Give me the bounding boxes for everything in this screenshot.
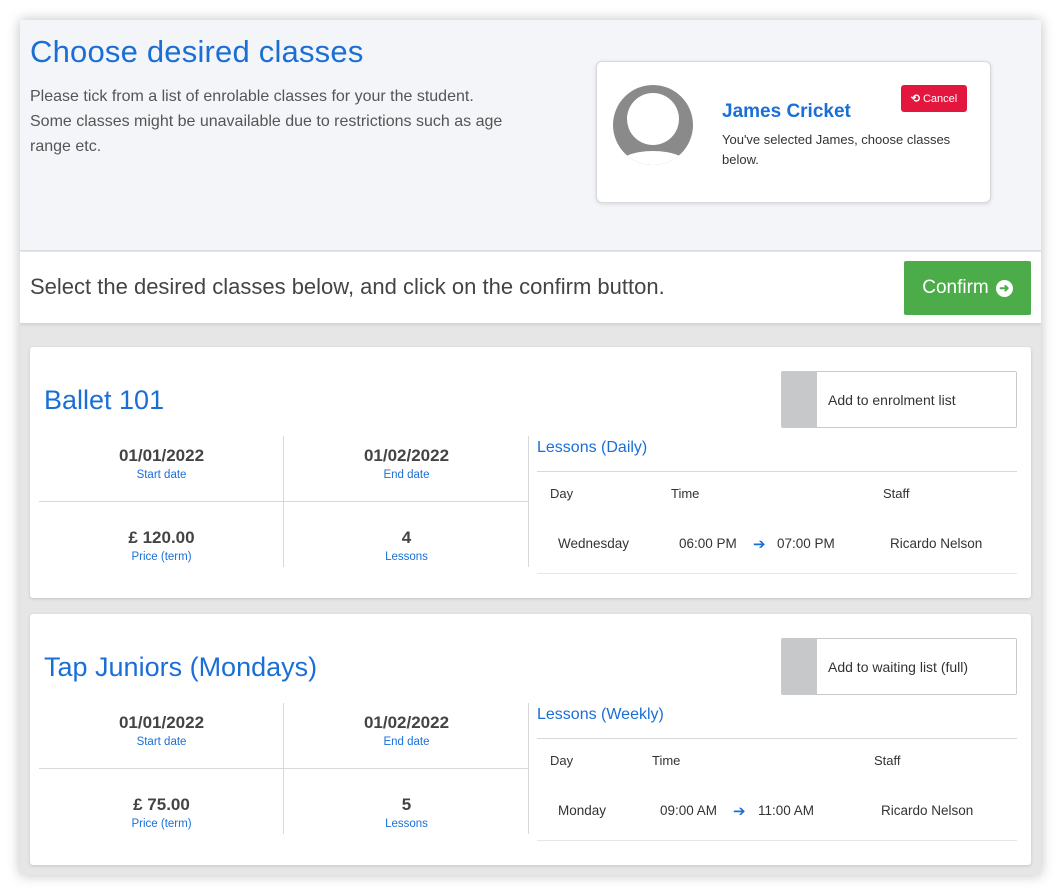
lesson-staff: Ricardo Nelson [890, 536, 983, 551]
add-to-enrolment-button[interactable]: Add to enrolment list [781, 371, 1017, 428]
confirm-label: Confirm [922, 277, 989, 298]
enrol-button-label: Add to waiting list (full) [828, 658, 969, 675]
end-date-label: End date [383, 736, 430, 748]
class-stats: 01/01/2022 Start date 01/02/2022 End dat… [39, 436, 529, 567]
lessons-title: Lessons (Weekly) [537, 706, 664, 723]
lessons-count-value: 5 [401, 795, 412, 814]
price-value: £ 120.00 [128, 528, 195, 547]
class-title: Tap Juniors (Mondays) [44, 652, 318, 682]
start-date-stat: 01/01/2022 Start date [39, 436, 284, 501]
column-header-day: Day [550, 753, 574, 768]
student-name: James Cricket [722, 101, 851, 122]
add-to-waiting-list-button[interactable]: Add to waiting list (full) [781, 638, 1017, 695]
class-title: Ballet 101 [44, 385, 165, 415]
page-frame: Choose desired classes Please tick from … [20, 20, 1041, 875]
arrow-right-icon: ➔ [753, 536, 766, 553]
arrow-right-icon: ➔ [733, 803, 746, 820]
lesson-start-time: 09:00 AM [660, 803, 718, 818]
page-header: Choose desired classes Please tick from … [20, 20, 1041, 251]
column-header-time: Time [652, 753, 681, 768]
end-date-value: 01/02/2022 [363, 446, 450, 465]
price-value: £ 75.00 [133, 795, 190, 814]
start-date-value: 01/01/2022 [118, 446, 205, 465]
class-card: Ballet 101 Add to enrolment list 01/01/2… [30, 347, 1031, 598]
lesson-day: Monday [558, 803, 607, 818]
instruction-text: Select the desired classes below, and cl… [30, 274, 665, 299]
undo-icon: ⟲ [910, 93, 920, 105]
start-date-value: 01/01/2022 [118, 713, 205, 732]
start-date-stat: 01/01/2022 Start date [39, 703, 284, 768]
enrol-button-label: Add to enrolment list [828, 391, 956, 408]
price-label: Price (term) [131, 551, 192, 563]
start-date-label: Start date [136, 736, 187, 748]
lessons-count-label: Lessons [385, 551, 428, 563]
cancel-button[interactable]: ⟲ Cancel [901, 85, 967, 112]
lesson-end-time: 07:00 PM [777, 536, 835, 551]
lesson-staff: Ricardo Nelson [881, 803, 974, 818]
end-date-stat: 01/02/2022 End date [284, 703, 529, 768]
student-message: You've selected James, choose classes be… [722, 132, 951, 167]
lesson-day: Wednesday [558, 536, 630, 551]
price-stat: £ 120.00 Price (term) [39, 518, 284, 583]
column-header-staff: Staff [883, 486, 910, 501]
lessons-count-label: Lessons [385, 818, 428, 830]
class-stats: 01/01/2022 Start date 01/02/2022 End dat… [39, 703, 529, 834]
class-card: Tap Juniors (Mondays) Add to waiting lis… [30, 614, 1031, 865]
arrow-circle-right-icon: ➜ [995, 279, 1013, 297]
user-avatar-icon [613, 85, 693, 165]
lessons-stat: 4 Lessons [284, 518, 529, 583]
confirm-button[interactable]: Confirm ➜ [904, 261, 1031, 315]
page-description: Please tick from a list of enrolable cla… [30, 88, 503, 155]
checkbox-indicator [782, 372, 817, 427]
lessons-stat: 5 Lessons [284, 785, 529, 850]
column-header-staff: Staff [874, 753, 901, 768]
lessons-title: Lessons (Daily) [537, 439, 648, 456]
end-date-value: 01/02/2022 [363, 713, 450, 732]
checkbox-indicator [782, 639, 817, 694]
action-bar: Select the desired classes below, and cl… [20, 252, 1041, 323]
start-date-label: Start date [136, 469, 187, 481]
lessons-count-value: 4 [401, 528, 412, 547]
lesson-end-time: 11:00 AM [758, 803, 815, 818]
lesson-start-time: 06:00 PM [679, 536, 737, 551]
column-header-day: Day [550, 486, 574, 501]
selected-student-card: James Cricket You've selected James, cho… [596, 61, 991, 203]
column-header-time: Time [671, 486, 700, 501]
price-label: Price (term) [131, 818, 192, 830]
end-date-label: End date [383, 469, 430, 481]
page-title: Choose desired classes [30, 34, 364, 69]
cancel-label: Cancel [922, 92, 958, 105]
end-date-stat: 01/02/2022 End date [284, 436, 529, 501]
price-stat: £ 75.00 Price (term) [39, 785, 284, 850]
